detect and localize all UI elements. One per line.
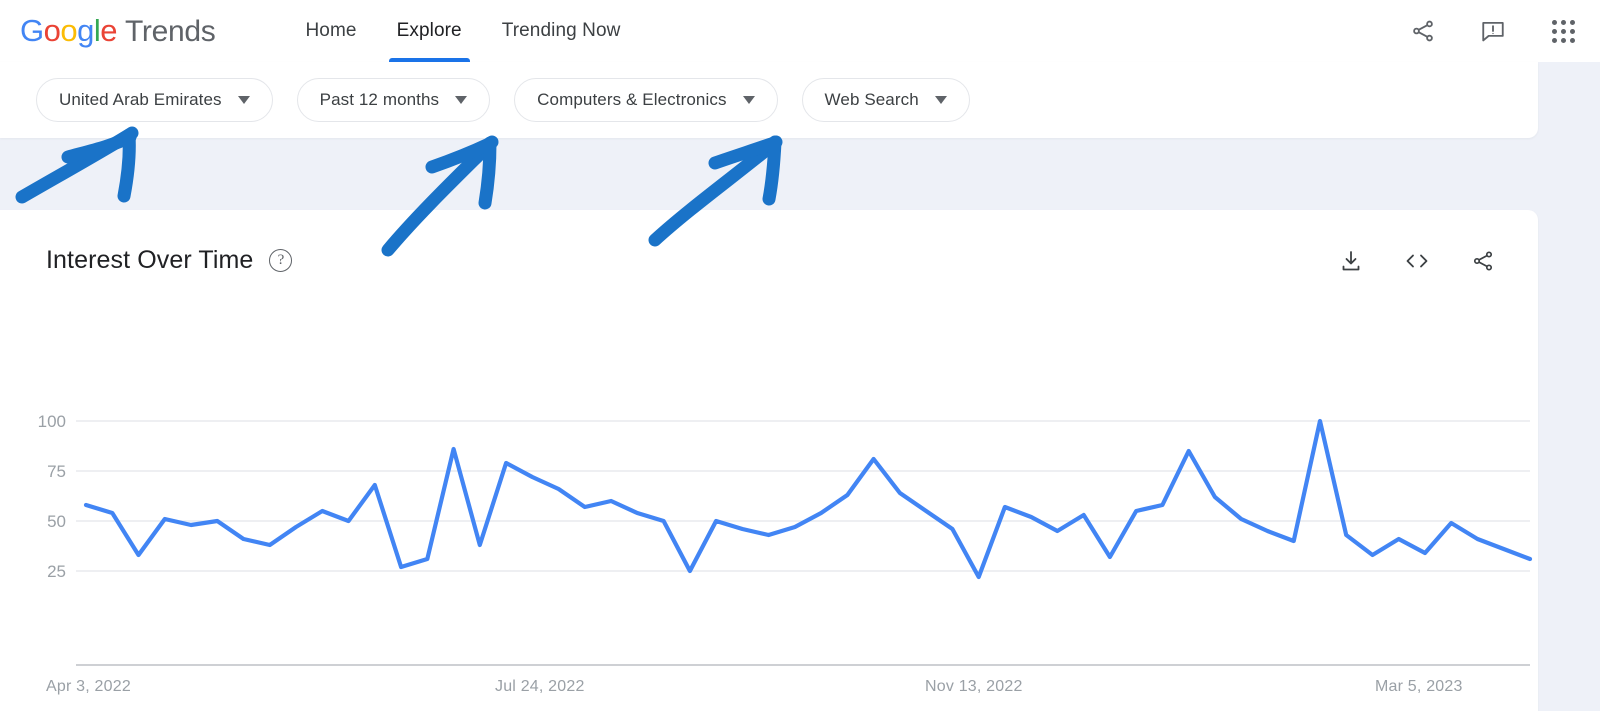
main-nav: Home Explore Trending Now: [285, 0, 640, 62]
download-icon[interactable]: [1338, 248, 1364, 274]
chevron-down-icon: [237, 96, 250, 104]
google-trends-logo[interactable]: Google Trends: [20, 13, 216, 49]
y-tick-label: 50: [47, 512, 66, 531]
help-icon[interactable]: ?: [269, 249, 293, 272]
card-action-icons: [1338, 248, 1496, 274]
chevron-down-icon: [742, 96, 755, 104]
card-header: Interest Over Time ?: [46, 246, 293, 275]
chevron-down-icon: [455, 96, 468, 104]
search-type-filter[interactable]: Web Search: [801, 78, 970, 122]
trend-line[interactable]: [83, 418, 1533, 580]
chevron-down-icon: [934, 96, 947, 104]
annotation-arrow: [15, 126, 139, 204]
google-wordmark: Google: [20, 13, 118, 48]
x-tick-label: Apr 3, 2022: [46, 678, 131, 695]
nav-item-trending-now[interactable]: Trending Now: [482, 0, 641, 62]
x-tick-label: Mar 5, 2023: [1375, 678, 1463, 695]
category-filter[interactable]: Computers & Electronics: [514, 78, 778, 122]
location-filter-label: United Arab Emirates: [59, 90, 222, 109]
category-filter-label: Computers & Electronics: [537, 90, 727, 109]
interest-over-time-chart: 25 50 75 100 Apr 3, 2022 Jul 24, 2022 Nov 1…: [0, 360, 1538, 711]
location-filter[interactable]: United Arab Emirates: [36, 78, 273, 122]
top-bar-icons: [1410, 0, 1576, 62]
trends-wordmark: Trends: [125, 15, 216, 48]
interest-over-time-card: Interest Over Time ? 25 50 75 100 Apr 3,…: [0, 210, 1538, 711]
filter-bar: United Arab Emirates Past 12 months Comp…: [0, 62, 1538, 138]
page-root: Google Trends Home Explore Trending Now: [0, 0, 1600, 711]
y-tick-label: 25: [47, 562, 66, 581]
apps-grid-icon[interactable]: [1550, 18, 1576, 44]
feedback-icon[interactable]: [1480, 18, 1506, 44]
time-range-filter[interactable]: Past 12 months: [296, 78, 491, 122]
x-tick-label: Jul 24, 2022: [495, 678, 585, 695]
top-navigation-bar: Google Trends Home Explore Trending Now: [0, 0, 1600, 62]
time-range-filter-label: Past 12 months: [319, 90, 440, 109]
y-tick-label: 100: [38, 412, 66, 431]
nav-item-home[interactable]: Home: [285, 0, 376, 62]
page-title: Interest Over Time: [46, 246, 254, 274]
share-icon[interactable]: [1410, 18, 1436, 44]
nav-item-explore[interactable]: Explore: [377, 0, 482, 62]
y-tick-label: 75: [47, 462, 66, 481]
search-type-filter-label: Web Search: [824, 90, 919, 109]
x-tick-label: Nov 13, 2022: [925, 678, 1023, 695]
chart-canvas: 25 50 75 100: [38, 412, 1533, 666]
embed-code-icon[interactable]: [1404, 248, 1430, 274]
share-icon[interactable]: [1470, 248, 1496, 274]
